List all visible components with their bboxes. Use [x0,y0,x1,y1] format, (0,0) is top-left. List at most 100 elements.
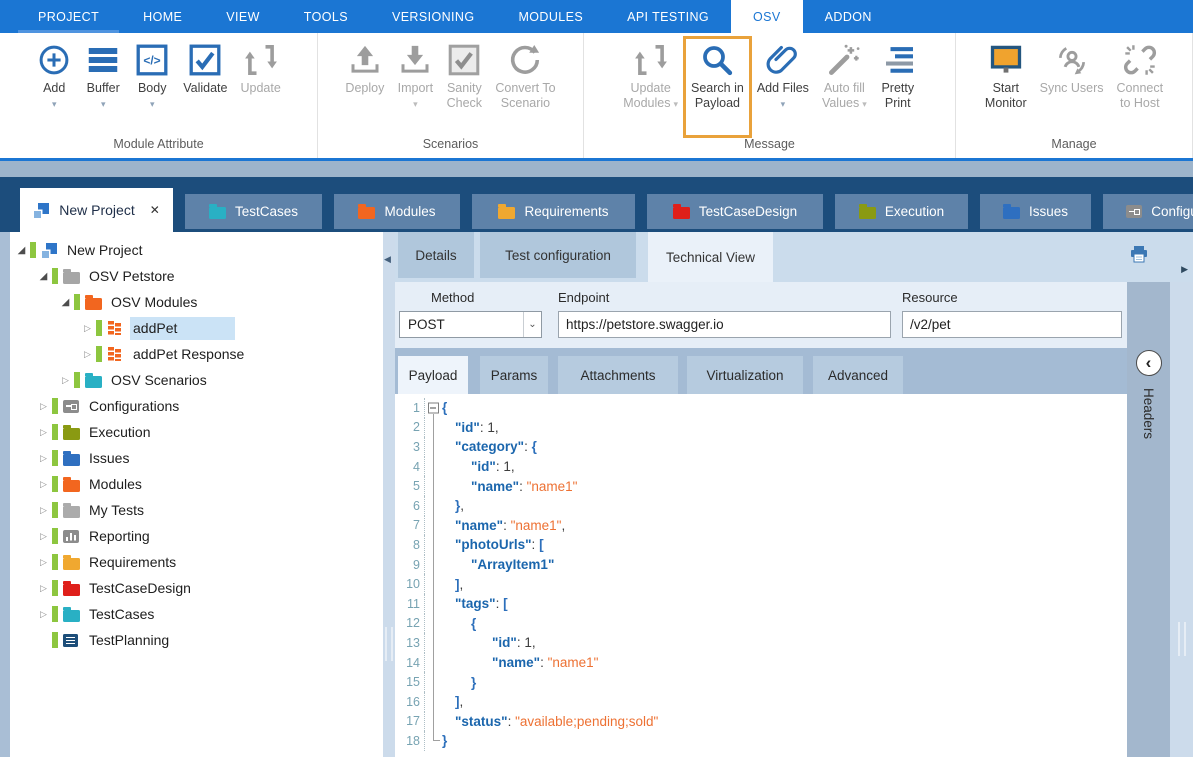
tree-expander-icon[interactable]: ▷ [36,479,51,490]
workspace-tab-requirements[interactable]: Requirements [472,194,635,229]
tree-item-testcases[interactable]: ▷TestCases [10,601,383,627]
ribbon-body-button[interactable]: </>Body▾ [128,38,176,136]
ribbon-start-monitor-button[interactable]: StartMonitor [979,38,1033,136]
menu-tools[interactable]: TOOLS [282,0,370,33]
checkbox-icon [446,39,482,81]
payload-editor[interactable]: 1{2"id": 1,3"category": {4"id": 1,5"name… [395,394,1127,757]
workspace-tab-issues[interactable]: Issues [980,194,1091,229]
workspace-tab-modules[interactable]: Modules [334,194,460,229]
workspace-tab-configura[interactable]: Configura [1103,194,1193,229]
tree-item-testplanning[interactable]: TestPlanning [10,627,383,653]
tree-expander-icon[interactable]: ▷ [36,557,51,568]
folder-icon [63,610,80,622]
tree-expander-icon[interactable]: ▷ [36,583,51,594]
code-text: "id": 1, [471,459,515,474]
menu-home[interactable]: HOME [121,0,204,33]
fold-toggle-icon[interactable] [425,398,442,418]
payload-tab-attachments[interactable]: Attachments [558,356,678,394]
splitter-grip[interactable] [1178,622,1185,656]
tree-expander-icon[interactable]: ▷ [36,453,51,464]
chevron-down-icon[interactable]: ▾ [52,100,57,109]
chevron-down-icon[interactable]: ▾ [413,100,418,109]
green-bar-icon [74,294,80,310]
tree-item-configurations[interactable]: ▷Configurations [10,393,383,419]
payload-tab-payload[interactable]: Payload [398,356,468,394]
fold-guide [425,653,442,673]
tree-item-modules[interactable]: ▷Modules [10,471,383,497]
ribbon-buffer-button[interactable]: Buffer▾ [79,38,127,136]
ribbon-add-button[interactable]: Add▾ [30,38,78,136]
menu-versioning[interactable]: VERSIONING [370,0,497,33]
detail-tab-details[interactable]: Details [398,232,474,278]
right-splitter[interactable] [1170,282,1193,757]
tree-expander-icon[interactable]: ◢ [14,245,29,256]
fold-guide [425,457,442,477]
endpoint-input[interactable] [558,311,891,338]
detail-tab-test-configuration[interactable]: Test configuration [480,232,636,278]
headers-side-panel[interactable]: ‹ Headers [1127,282,1170,757]
workspace-tab-testcases[interactable]: TestCases [185,194,322,229]
menu-project[interactable]: PROJECT [16,0,121,33]
line-number: 3 [395,437,425,457]
ribbon-button-label: Search inPayload [691,81,744,111]
chevron-left-icon[interactable]: ‹ [1136,350,1162,376]
method-value: POST [400,317,523,332]
tree-item-addpet-response[interactable]: ▷addPet Response [10,341,383,367]
tree-item-osv-petstore[interactable]: ◢ OSV Petstore [10,263,383,289]
tree-splitter[interactable]: ◀ [383,232,395,757]
close-icon[interactable]: ✕ [150,203,160,217]
payload-tab-advanced[interactable]: Advanced [813,356,903,394]
chevron-down-icon[interactable]: ▾ [101,100,106,109]
chevron-down-icon[interactable]: ▾ [781,100,786,109]
green-bar-icon [96,346,102,362]
tree-item-osv-modules[interactable]: ◢OSV Modules [10,289,383,315]
workspace-tab-testcasedesign[interactable]: TestCaseDesign [647,194,823,229]
tree-expander-icon[interactable]: ▷ [58,375,73,386]
resource-input[interactable] [902,311,1122,338]
menu-osv[interactable]: OSV [731,0,803,33]
tree-expander-icon[interactable]: ◢ [36,271,51,282]
left-edge-strip[interactable] [0,232,10,757]
tree-item-osv-scenarios[interactable]: ▷OSV Scenarios [10,367,383,393]
payload-tab-virtualization[interactable]: Virtualization [687,356,803,394]
tree-expander-icon[interactable]: ◢ [58,297,73,308]
ribbon-pretty-print-button[interactable]: PrettyPrint [874,38,922,136]
tree-item-issues[interactable]: ▷Issues [10,445,383,471]
method-select[interactable]: POST ⌄ [399,311,542,338]
scroll-right-icon[interactable]: ▶ [1181,264,1188,275]
tree-item-reporting[interactable]: ▷Reporting [10,523,383,549]
tree-expander-icon[interactable]: ▷ [36,505,51,516]
payload-tab-params[interactable]: Params [480,356,548,394]
ribbon-validate-button[interactable]: Validate [177,38,233,136]
tree-item-testcasedesign[interactable]: ▷TestCaseDesign [10,575,383,601]
code-text: ], [455,577,463,592]
tree-expander-icon[interactable]: ▷ [36,609,51,620]
module-icon [107,347,122,361]
collapse-left-icon[interactable]: ◀ [384,254,391,265]
line-number: 8 [395,535,425,555]
menu-modules[interactable]: MODULES [496,0,605,33]
tree-expander-icon[interactable]: ▷ [36,531,51,542]
menu-api-testing[interactable]: API TESTING [605,0,731,33]
detail-tab-technical-view[interactable]: Technical View [648,232,773,282]
menu-addon[interactable]: ADDON [803,0,894,33]
tree-expander-icon[interactable]: ▷ [36,427,51,438]
workspace-tab-execution[interactable]: Execution [835,194,968,229]
tree-item-my-tests[interactable]: ▷My Tests [10,497,383,523]
printer-icon[interactable] [1129,245,1149,268]
ribbon-add-files-button[interactable]: Add Files▾ [751,38,815,136]
workspace-tab-new-project[interactable]: New Project✕ [20,188,173,232]
menu-view[interactable]: VIEW [204,0,282,33]
headers-tab-label[interactable]: Headers [1141,388,1156,439]
tree-item-label: OSV Petstore [86,265,183,288]
tree-expander-icon[interactable]: ▷ [36,401,51,412]
tree-item-addpet[interactable]: ▷addPet [10,315,383,341]
ribbon-search-in-payload-button[interactable]: Search inPayload [685,38,750,136]
chevron-down-icon[interactable]: ▾ [150,100,155,109]
splitter-grip[interactable] [386,627,393,661]
tree-item-new-project[interactable]: ◢New Project [10,237,383,263]
tree-expander-icon[interactable]: ▷ [80,349,95,360]
tree-item-requirements[interactable]: ▷Requirements [10,549,383,575]
tree-item-execution[interactable]: ▷Execution [10,419,383,445]
tree-expander-icon[interactable]: ▷ [80,323,95,334]
